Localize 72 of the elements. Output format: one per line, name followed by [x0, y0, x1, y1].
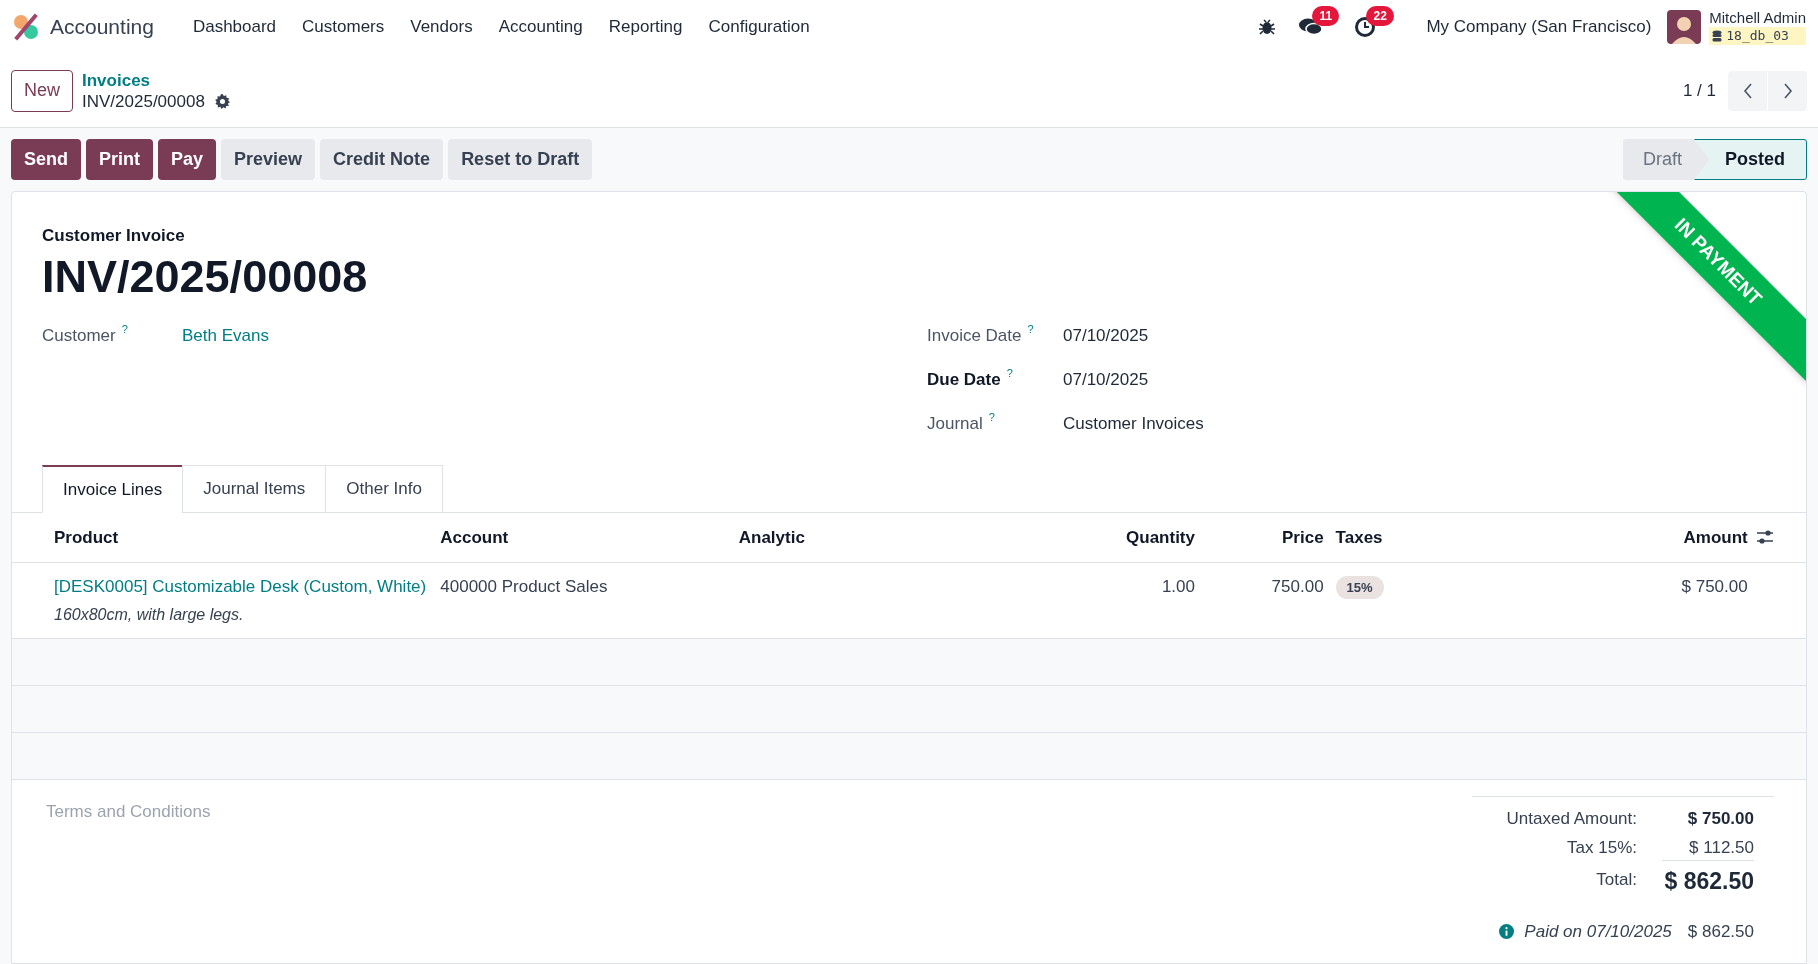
field-value: Customer Invoices [1063, 413, 1204, 435]
record-name: INV/2025/00008 [82, 90, 205, 112]
help-mark[interactable]: ? [121, 321, 128, 338]
table-cell: 400000 Product Sales [440, 576, 608, 596]
column-header[interactable]: Amount [1683, 527, 1748, 547]
menu-item[interactable]: Vendors [397, 14, 486, 40]
column-header[interactable]: Price [1282, 527, 1324, 547]
product-link[interactable]: [DESK0005] Customizable Desk (Custom, White) [54, 572, 429, 601]
column-header[interactable]: Product [54, 527, 119, 547]
form-tab[interactable]: Invoice Lines [42, 465, 184, 513]
field-label: Invoice Date [927, 325, 1022, 347]
database-name: 18_db_03 [1726, 27, 1789, 45]
activity-count-badge: 22 [1366, 6, 1394, 26]
form-tab[interactable]: Other Info [325, 465, 443, 513]
app-name[interactable]: Accounting [50, 11, 154, 43]
help-mark[interactable]: ? [1027, 321, 1034, 338]
field-value: 07/10/2025 [1063, 325, 1149, 347]
total-value: $ 862.50 [1664, 868, 1754, 895]
company-switcher[interactable]: My Company (San Francisco) [1426, 14, 1652, 40]
menu-item[interactable]: Reporting [595, 14, 696, 40]
total-value: $ 112.50 [1689, 838, 1754, 858]
chevron-left-icon [1742, 82, 1753, 99]
total-value: $ 750.00 [1687, 809, 1754, 829]
action-button[interactable]: Pay [158, 139, 217, 180]
action-button[interactable]: Credit Note [320, 139, 444, 180]
chevron-right-icon [1782, 82, 1793, 99]
bug-icon[interactable] [1258, 18, 1277, 36]
table-cell: 1.00 [1161, 576, 1195, 596]
info-icon[interactable] [1499, 923, 1515, 939]
app-logo-icon [12, 13, 40, 41]
help-mark[interactable]: ? [1006, 365, 1013, 382]
table-cell: $ 750.00 [1681, 576, 1748, 596]
document-type: Customer Invoice [42, 225, 185, 247]
pager-value: 1 / 1 [1682, 79, 1716, 102]
total-label: Tax 15%: [1566, 837, 1637, 860]
total-label: Total: [1595, 868, 1637, 891]
action-button[interactable]: Print [86, 139, 154, 180]
customer-link[interactable]: Beth Evans [182, 323, 269, 349]
payment-label: Paid on 07/10/2025 [1524, 920, 1672, 943]
action-button[interactable]: Send [11, 139, 81, 180]
total-label: Untaxed Amount: [1505, 808, 1637, 831]
payment-amount: $ 862.50 [1687, 920, 1754, 943]
new-button[interactable]: New [11, 69, 73, 112]
field-label: Journal [927, 413, 983, 435]
menu-item[interactable]: Dashboard [179, 14, 290, 40]
column-header[interactable]: Analytic [738, 527, 805, 547]
menu-item[interactable]: Accounting [485, 14, 596, 40]
breadcrumb-link[interactable]: Invoices [82, 69, 230, 91]
invoice-number: INV/2025/00008 [42, 250, 368, 304]
status-stage[interactable]: Posted [1694, 139, 1807, 180]
menu-item[interactable]: Configuration [695, 14, 823, 40]
tax-tag: 15% [1335, 575, 1384, 599]
help-mark[interactable]: ? [988, 409, 995, 426]
menu-item[interactable]: Customers [289, 14, 398, 40]
column-settings-icon[interactable] [1755, 529, 1774, 546]
field-label: Due Date [927, 369, 1001, 391]
column-header[interactable]: Quantity [1126, 527, 1195, 547]
table-cell: 750.00 [1271, 576, 1324, 596]
status-stage[interactable]: Draft [1622, 139, 1710, 180]
settings-icon[interactable] [214, 93, 230, 109]
field-label: Customer [42, 325, 116, 347]
product-description: 160x80cm, with large legs. [54, 604, 245, 625]
message-count-badge: 11 [1312, 6, 1340, 26]
action-button[interactable]: Reset to Draft [448, 139, 593, 180]
database-icon [1712, 30, 1723, 42]
form-tab[interactable]: Journal Items [182, 465, 327, 513]
action-button[interactable]: Preview [221, 139, 316, 180]
user-name[interactable]: Mitchell Admin [1709, 9, 1806, 27]
field-value: 07/10/2025 [1063, 369, 1149, 391]
column-header[interactable]: Taxes [1335, 527, 1383, 547]
avatar-icon[interactable] [1667, 10, 1702, 44]
column-header[interactable]: Account [440, 527, 509, 547]
